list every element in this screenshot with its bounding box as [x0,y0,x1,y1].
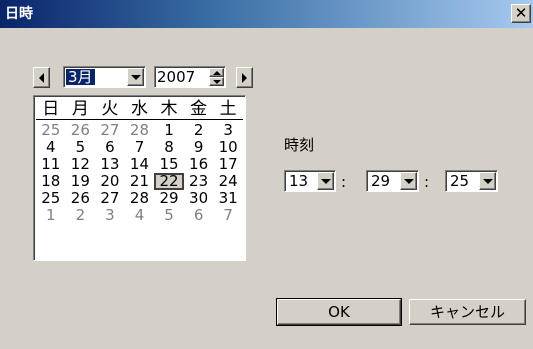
calendar-grid: 25 26 27 28 1 2 3 4 5 6 7 8 9 10 11 12 13 14 15 16 17 18 19 20 2… [36,122,243,224]
calendar-weekday-header: 日 月 火 水 木 金 土 [36,98,243,120]
calendar-day-selected[interactable]: 22 [154,173,184,190]
weekday-label: 月 [71,99,89,119]
arrow-right-icon [242,72,247,83]
second-select[interactable]: 25 [445,170,498,192]
close-icon: ✕ [514,4,528,22]
window-title: 日時 [5,6,33,22]
year-value: 2007 [157,68,196,86]
calendar-day[interactable]: 26 [66,122,96,139]
calendar-week-row: 25 26 27 28 29 30 31 [36,190,243,207]
calendar-day[interactable]: 25 [36,190,66,207]
year-up-button[interactable] [209,68,224,77]
time-separator: : [424,173,430,191]
calendar-day[interactable]: 5 [154,207,184,224]
month-select[interactable]: 3月 [63,66,146,88]
next-month-button[interactable] [236,67,253,88]
ok-button[interactable]: OK [276,298,402,326]
calendar-week-row: 4 5 6 7 8 9 10 [36,139,243,156]
weekday-label: 水 [130,99,148,119]
calendar-day[interactable]: 1 [154,122,184,139]
calendar-day[interactable]: 3 [95,207,125,224]
month-value: 3月 [65,68,96,86]
calendar-day[interactable]: 5 [66,139,96,156]
calendar-day[interactable]: 31 [213,190,243,207]
chevron-down-icon [320,178,331,184]
prev-month-button[interactable] [33,67,50,88]
calendar-day[interactable]: 7 [125,139,155,156]
calendar-day[interactable]: 18 [36,173,66,190]
cancel-button[interactable]: キャンセル [409,299,526,325]
calendar-day[interactable]: 8 [154,139,184,156]
second-value: 25 [450,172,470,190]
calendar-day[interactable]: 25 [36,122,66,139]
calendar-day[interactable]: 12 [66,156,96,173]
calendar-day[interactable]: 11 [36,156,66,173]
calendar-day[interactable]: 27 [95,122,125,139]
minute-dropdown-button[interactable] [400,172,417,190]
calendar-day[interactable]: 9 [184,139,214,156]
minute-select[interactable]: 29 [366,170,419,192]
calendar-day[interactable]: 26 [66,190,96,207]
calendar-week-row: 18 19 20 21 22 23 24 [36,173,243,190]
weekday-label: 木 [160,99,178,119]
calendar-week-row: 11 12 13 14 15 16 17 [36,156,243,173]
calendar-day[interactable]: 2 [184,122,214,139]
minute-value: 29 [371,172,391,190]
chevron-down-icon [130,74,141,80]
calendar-day[interactable]: 27 [95,190,125,207]
hour-select[interactable]: 13 [284,170,336,192]
hour-value: 13 [289,172,309,190]
calendar-day[interactable]: 21 [125,173,155,190]
calendar-day[interactable]: 19 [66,173,96,190]
calendar-day[interactable]: 6 [184,207,214,224]
close-button[interactable]: ✕ [511,4,531,23]
chevron-down-icon [482,178,493,184]
weekday-label: 火 [101,99,119,119]
calendar-day[interactable]: 28 [125,190,155,207]
month-dropdown-button[interactable] [127,68,144,86]
calendar[interactable]: 日 月 火 水 木 金 土 25 26 27 28 1 2 3 4 5 6 7 8 9 10 11 12 13 1… [33,95,246,261]
calendar-day[interactable]: 23 [184,173,214,190]
calendar-day[interactable]: 6 [95,139,125,156]
weekday-label: 土 [219,99,237,119]
calendar-day[interactable]: 1 [36,207,66,224]
calendar-day[interactable]: 4 [36,139,66,156]
calendar-day[interactable]: 29 [154,190,184,207]
calendar-day[interactable]: 2 [66,207,96,224]
calendar-week-row: 25 26 27 28 1 2 3 [36,122,243,139]
year-down-button[interactable] [209,77,224,86]
calendar-day[interactable]: 7 [213,207,243,224]
arrow-down-icon [212,79,221,84]
weekday-label: 金 [190,99,208,119]
calendar-day[interactable]: 28 [125,122,155,139]
time-separator: : [341,173,347,191]
calendar-day[interactable]: 17 [213,156,243,173]
chevron-down-icon [403,178,414,184]
time-label: 時刻 [284,136,315,154]
calendar-day[interactable]: 4 [125,207,155,224]
calendar-day[interactable]: 20 [95,173,125,190]
calendar-week-row: 1234567 [36,207,243,224]
calendar-day[interactable]: 15 [154,156,184,173]
year-spinner[interactable]: 2007 [154,66,226,88]
calendar-day[interactable]: 10 [213,139,243,156]
calendar-day[interactable]: 14 [125,156,155,173]
calendar-day[interactable]: 24 [213,173,243,190]
arrow-up-icon [212,70,221,75]
title-bar: 日時 ✕ [0,0,533,28]
arrow-left-icon [39,72,44,83]
calendar-day[interactable]: 3 [213,122,243,139]
calendar-day[interactable]: 30 [184,190,214,207]
hour-dropdown-button[interactable] [317,172,334,190]
weekday-label: 日 [42,99,60,119]
calendar-day[interactable]: 16 [184,156,214,173]
calendar-day[interactable]: 13 [95,156,125,173]
second-dropdown-button[interactable] [479,172,496,190]
